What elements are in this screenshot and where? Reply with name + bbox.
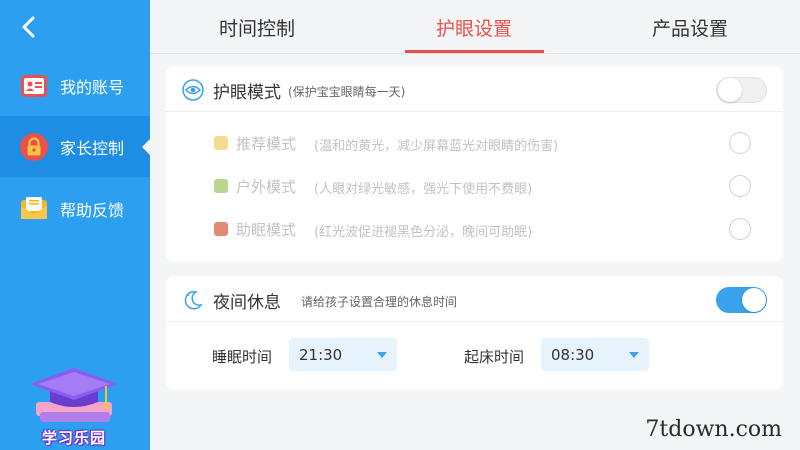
- eye-mode-subtitle: (保护宝宝眼睛每一天): [288, 85, 406, 99]
- sleep-time-value: 21:30: [299, 346, 343, 364]
- sidebar-item-label: 家长控制: [60, 138, 125, 158]
- active-tab-indicator: [405, 50, 544, 53]
- mode-name: 户外模式: [236, 178, 297, 196]
- mode-description: (人眼对绿光敏感，强光下使用不费眼): [314, 182, 533, 197]
- mail-icon: [19, 194, 49, 224]
- sidebar-item-parental-control[interactable]: 家长控制: [0, 116, 150, 177]
- back-button[interactable]: [14, 12, 44, 42]
- mode-radio[interactable]: [729, 132, 751, 154]
- sleep-time-select[interactable]: 21:30: [289, 338, 397, 371]
- tab-bar: 时间控制 护眼设置 产品设置: [150, 0, 800, 54]
- tab-eye-protection[interactable]: 护眼设置: [414, 0, 534, 54]
- night-rest-title: 夜间休息: [213, 293, 281, 313]
- night-rest-toggle[interactable]: [716, 287, 767, 313]
- mode-row-sleep[interactable]: 助眠模式 (红光波促进褪黑色分泌，晚间可助眠): [166, 214, 783, 244]
- mode-radio[interactable]: [729, 218, 751, 240]
- night-rest-card: 夜间休息 请给孩子设置合理的休息时间 睡眠时间 21:30 起床时间 08:30: [166, 276, 783, 390]
- tab-time-control[interactable]: 时间控制: [197, 0, 317, 54]
- moon-icon: [182, 289, 204, 311]
- wake-time-value: 08:30: [551, 346, 595, 364]
- tab-product-settings[interactable]: 产品设置: [630, 0, 750, 54]
- eye-icon: [182, 79, 204, 101]
- eye-protection-card: 护眼模式 (保护宝宝眼睛每一天) 推荐模式 (温和的黄光，减少屏幕蓝光对眼睛的伤…: [166, 66, 783, 262]
- yellow-swatch: [214, 136, 228, 150]
- card-header: 夜间休息 请给孩子设置合理的休息时间: [166, 276, 783, 322]
- mode-name: 推荐模式: [236, 135, 297, 153]
- dropdown-caret-icon: [377, 352, 387, 358]
- sidebar-item-label: 帮助反馈: [60, 200, 125, 220]
- red-swatch: [214, 222, 228, 236]
- sidebar: 我的账号 家长控制 帮助反馈 学习乐园: [0, 0, 150, 450]
- lock-icon: [19, 132, 49, 162]
- mode-name: 助眠模式: [236, 221, 297, 239]
- eye-mode-title: 护眼模式: [213, 83, 281, 103]
- green-swatch: [214, 179, 228, 193]
- eye-mode-toggle[interactable]: [716, 77, 767, 103]
- logo-text: 学习乐园: [41, 429, 106, 447]
- sidebar-item-account[interactable]: 我的账号: [0, 55, 150, 116]
- graduation-cap-icon: [30, 368, 118, 422]
- chevron-left-icon: [22, 16, 35, 38]
- sleep-time-label: 睡眠时间: [212, 348, 273, 366]
- mode-description: (温和的黄光，减少屏幕蓝光对眼睛的伤害): [314, 139, 559, 154]
- watermark: 7tdown.com: [645, 417, 782, 442]
- toggle-knob: [718, 78, 742, 102]
- toggle-knob: [742, 288, 766, 312]
- sidebar-item-label: 我的账号: [60, 77, 125, 97]
- app-logo: 学习乐园: [22, 362, 126, 450]
- sidebar-item-feedback[interactable]: 帮助反馈: [0, 178, 150, 239]
- dropdown-caret-icon: [629, 352, 639, 358]
- card-header: 护眼模式 (保护宝宝眼睛每一天): [166, 66, 783, 112]
- mode-row-outdoor[interactable]: 户外模式 (人眼对绿光敏感，强光下使用不费眼): [166, 171, 783, 201]
- night-rest-subtitle: 请给孩子设置合理的休息时间: [301, 295, 458, 309]
- wake-time-label: 起床时间: [464, 348, 525, 366]
- account-card-icon: [19, 71, 49, 101]
- mode-row-recommended[interactable]: 推荐模式 (温和的黄光，减少屏幕蓝光对眼睛的伤害): [166, 128, 783, 158]
- wake-time-select[interactable]: 08:30: [541, 338, 649, 371]
- mode-radio[interactable]: [729, 175, 751, 197]
- mode-description: (红光波促进褪黑色分泌，晚间可助眠): [314, 225, 533, 240]
